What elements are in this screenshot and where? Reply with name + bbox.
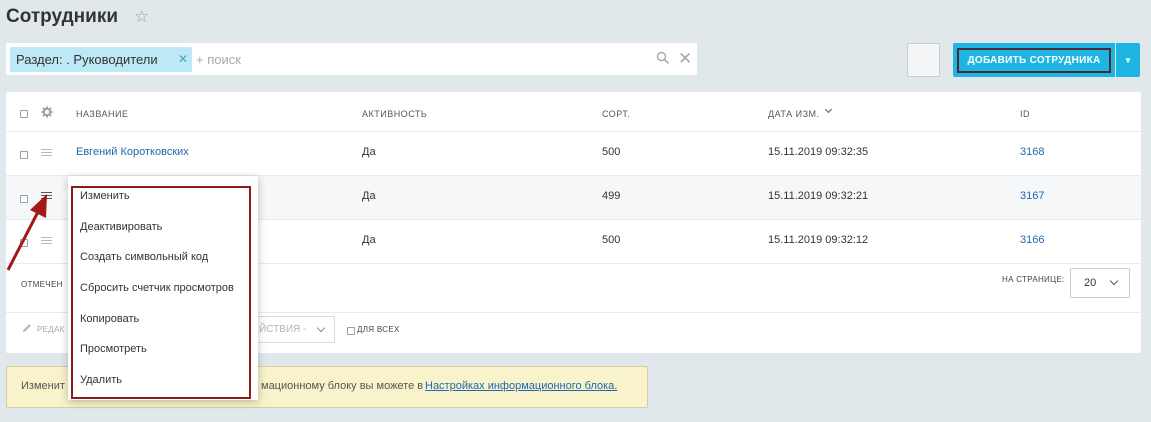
- for-all-label: ДЛЯ ВСЕХ: [357, 325, 400, 334]
- menu-item-view[interactable]: Просмотреть: [80, 343, 147, 355]
- settings-button[interactable]: [907, 43, 940, 77]
- add-employee-button[interactable]: ДОБАВИТЬ СОТРУДНИКА: [953, 43, 1115, 77]
- row-active: Да: [362, 146, 376, 158]
- per-page-value: 20: [1084, 277, 1097, 289]
- row-id-link[interactable]: 3167: [1020, 190, 1044, 202]
- context-menu: Изменить Деактивировать Создать символьн…: [68, 176, 258, 400]
- annotation-arrow-icon: [6, 194, 47, 271]
- column-header-name[interactable]: НАЗВАНИЕ: [76, 109, 129, 119]
- column-header-sort[interactable]: СОРТ.: [602, 109, 630, 119]
- filter-bar: Раздел: . Руководители ✕ ✕: [6, 43, 697, 75]
- row-name-link[interactable]: Евгений Коротковских: [76, 146, 189, 158]
- page-title: Сотрудники: [6, 6, 119, 27]
- chevron-down-icon: ▼: [1124, 55, 1132, 65]
- chip-close-icon[interactable]: ✕: [178, 52, 188, 66]
- search-input[interactable]: [196, 50, 616, 68]
- filter-chip-label: Раздел: . Руководители: [16, 52, 158, 67]
- column-header-active[interactable]: АКТИВНОСТЬ: [362, 109, 427, 119]
- column-header-id[interactable]: ID: [1020, 109, 1030, 119]
- row-checkbox[interactable]: [20, 151, 28, 159]
- star-icon[interactable]: ☆: [134, 7, 149, 27]
- table-row[interactable]: Евгений Коротковских Да 500 15.11.2019 0…: [6, 132, 1141, 176]
- edit-action[interactable]: РЕДАК: [37, 325, 65, 334]
- notice-text-start: Изменит: [21, 380, 65, 392]
- menu-item-create-code[interactable]: Создать символьный код: [80, 251, 208, 263]
- grid-header: НАЗВАНИЕ АКТИВНОСТЬ СОРТ. ДАТА ИЗМ. ID: [6, 92, 1141, 132]
- gear-icon[interactable]: [41, 106, 53, 118]
- row-id-link[interactable]: 3168: [1020, 146, 1044, 158]
- filter-chip[interactable]: Раздел: . Руководители: [10, 47, 192, 72]
- menu-item-copy[interactable]: Копировать: [80, 313, 139, 325]
- selected-count-label: ОТМЕЧЕН: [21, 280, 63, 289]
- row-menu-icon[interactable]: [41, 149, 52, 156]
- row-date: 15.11.2019 09:32:21: [768, 190, 869, 202]
- row-sort: 500: [602, 146, 621, 158]
- add-employee-label: ДОБАВИТЬ СОТРУДНИКА: [957, 48, 1111, 73]
- select-all-checkbox[interactable]: [20, 110, 28, 118]
- actions-select[interactable]: ЙСТВИЯ -: [246, 316, 335, 343]
- close-icon[interactable]: ✕: [678, 49, 692, 69]
- search-icon[interactable]: [656, 51, 670, 65]
- for-all-checkbox[interactable]: [347, 327, 355, 335]
- add-dropdown-button[interactable]: ▼: [1116, 43, 1140, 77]
- pencil-icon: [23, 324, 31, 332]
- chevron-down-icon: [316, 323, 326, 333]
- menu-item-delete[interactable]: Удалить: [80, 374, 122, 386]
- row-id-link[interactable]: 3166: [1020, 234, 1044, 246]
- menu-item-deactivate[interactable]: Деактивировать: [80, 221, 162, 233]
- column-header-date[interactable]: ДАТА ИЗМ.: [768, 109, 820, 119]
- row-active: Да: [362, 190, 376, 202]
- actions-select-label: ЙСТВИЯ -: [259, 324, 307, 335]
- row-date: 15.11.2019 09:32:12: [768, 234, 869, 246]
- per-page-select[interactable]: 20: [1070, 268, 1130, 298]
- row-sort: 500: [602, 234, 621, 246]
- chevron-down-icon: [1109, 276, 1119, 286]
- menu-item-reset-views[interactable]: Сбросить счетчик просмотров: [80, 282, 234, 294]
- sort-desc-icon: [824, 105, 833, 114]
- menu-item-edit[interactable]: Изменить: [80, 190, 130, 202]
- row-sort: 499: [602, 190, 621, 202]
- row-active: Да: [362, 234, 376, 246]
- notice-text-middle: мационному блоку вы можете в: [261, 380, 424, 392]
- row-date: 15.11.2019 09:32:35: [768, 146, 869, 158]
- notice-settings-link[interactable]: Настройках информационного блока.: [425, 380, 617, 392]
- per-page-label: НА СТРАНИЦЕ:: [1002, 275, 1065, 284]
